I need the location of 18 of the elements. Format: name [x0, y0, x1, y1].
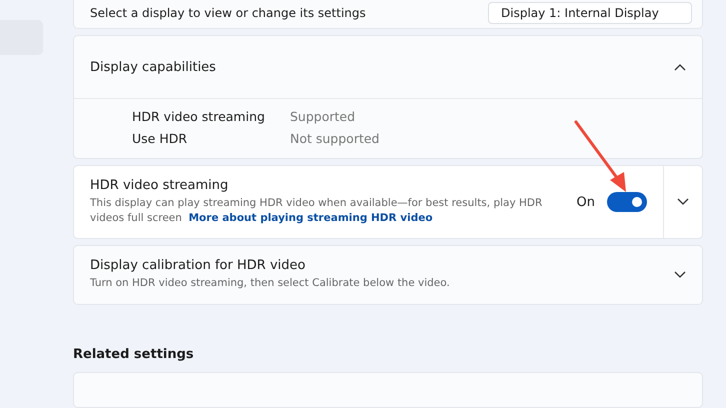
capability-name: HDR video streaming [132, 109, 266, 124]
setting-title: Display calibration for HDR video [90, 258, 306, 274]
section-heading: Related settings [73, 346, 195, 362]
capability-name: Use HDR [132, 131, 188, 146]
setting-label: Select a display to view or change its settings [90, 6, 366, 20]
display-dropdown[interactable]: Display 1: Internal Display [488, 2, 692, 24]
toggle-state-label: On [576, 194, 595, 210]
setting-description: Turn on HDR video streaming, then select Calibrate below the video. [90, 276, 451, 292]
chevron-icon[interactable] [674, 270, 686, 279]
section-title: Display capabilities [90, 60, 216, 74]
capability-value: Supported [290, 109, 356, 124]
setting-description: This display can play streaming HDR video when available—for best results, play HDR videos full screen More about playing streaming HDR video [90, 196, 544, 226]
chevron-icon[interactable] [677, 198, 689, 206]
chevron-icon[interactable] [674, 63, 686, 71]
capability-value: Not supported [290, 131, 380, 146]
setting-title: HDR video streaming [90, 178, 230, 193]
help-link[interactable]: More about playing streaming HDR video [188, 212, 433, 224]
toggle-switch[interactable] [607, 192, 647, 212]
